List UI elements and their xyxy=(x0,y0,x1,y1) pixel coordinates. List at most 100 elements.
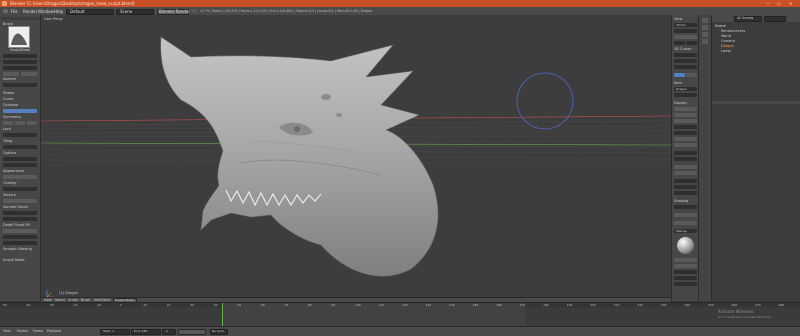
editor-type-icon[interactable] xyxy=(3,9,8,13)
options-field-2[interactable] xyxy=(3,163,37,167)
ao-distance-field[interactable] xyxy=(674,276,697,280)
dimension-field[interactable] xyxy=(674,93,697,97)
display-row-13[interactable] xyxy=(674,185,697,189)
lock-axis-row[interactable] xyxy=(3,133,37,137)
detail-method-field[interactable] xyxy=(3,241,37,245)
outliner-item-dragon[interactable]: Dragon xyxy=(721,44,734,48)
timeline-marker-menu[interactable]: Marker xyxy=(17,329,28,333)
view-panel-header[interactable]: View xyxy=(674,17,682,21)
outliner-item-camera[interactable]: Camera xyxy=(721,39,735,43)
overlay-label[interactable]: Overlay xyxy=(3,181,17,185)
display-row-7[interactable] xyxy=(674,143,697,147)
display-row-1[interactable] xyxy=(674,107,697,111)
texture-row[interactable] xyxy=(3,199,37,203)
shading-row[interactable] xyxy=(674,213,697,217)
smooth-shading-label[interactable]: Smooth Shading xyxy=(3,247,32,251)
item-header[interactable]: Item xyxy=(674,81,682,85)
3d-viewport[interactable]: User Persp (1) Dragon xyxy=(41,15,671,301)
options-dropdown[interactable] xyxy=(3,157,37,161)
display-row-3[interactable] xyxy=(674,119,697,123)
overlay-row[interactable] xyxy=(3,187,37,191)
sample-detail-row[interactable] xyxy=(3,211,37,215)
ao-samples-field[interactable] xyxy=(674,282,697,286)
curve-label[interactable]: Curve xyxy=(3,97,13,101)
mirror-y-button[interactable] xyxy=(15,121,25,125)
display-row-11[interactable] xyxy=(674,171,697,175)
dyntopo-label[interactable]: Dyntopo xyxy=(3,103,18,107)
cursor-x-field[interactable] xyxy=(674,53,697,57)
display-row-4[interactable] xyxy=(674,125,697,129)
timeline-view-menu[interactable]: View xyxy=(3,329,11,333)
display-row-10[interactable] xyxy=(674,165,697,169)
outliner-item-lamp[interactable]: Lamp xyxy=(721,49,731,53)
appearance-label[interactable]: Appearance xyxy=(3,169,24,173)
stroke-label[interactable]: Stroke xyxy=(3,91,14,95)
ambient-occlusion-toggle[interactable] xyxy=(674,264,697,268)
display-row-5[interactable] xyxy=(674,131,697,135)
ao-strength-field[interactable] xyxy=(674,270,697,274)
maximize-button[interactable]: ☐ xyxy=(777,1,781,6)
dyntopo-toggle[interactable] xyxy=(3,109,37,113)
item-tab[interactable] xyxy=(674,73,685,77)
cursor-header[interactable]: 3D Cursor xyxy=(674,47,692,51)
detail-size-field[interactable] xyxy=(3,235,37,239)
outliner-item-world[interactable]: World xyxy=(721,34,731,38)
close-button[interactable]: ✕ xyxy=(789,1,792,6)
outliner-item-scene[interactable]: Scene xyxy=(715,24,726,28)
outliner-item-renderlayers[interactable]: RenderLayers xyxy=(721,29,745,33)
display-row-14[interactable] xyxy=(674,191,697,195)
shading-mode-field[interactable] xyxy=(674,205,697,209)
timeline-playback-menu[interactable]: Playback xyxy=(47,329,61,333)
clip-end-field[interactable] xyxy=(686,41,697,45)
display-row-9[interactable] xyxy=(674,157,697,161)
minimize-button[interactable]: — xyxy=(766,1,770,6)
normal-dropdown[interactable] xyxy=(3,83,37,87)
display-row-12[interactable] xyxy=(674,179,697,183)
render-tab-icon[interactable] xyxy=(702,18,708,23)
sample-detail-row-2[interactable] xyxy=(3,217,37,221)
object-tab-icon[interactable] xyxy=(702,39,708,44)
cursor-y-field[interactable] xyxy=(674,59,697,63)
mirror-x-button[interactable] xyxy=(3,121,13,125)
lock-to-object-field[interactable] xyxy=(674,29,697,33)
menu-window[interactable]: Window xyxy=(38,9,54,14)
tiling-row[interactable] xyxy=(3,145,37,149)
menu-help[interactable]: Help xyxy=(54,9,63,14)
lock-to-cursor-toggle[interactable] xyxy=(674,35,697,39)
display-row-6[interactable] xyxy=(674,137,697,141)
add-button[interactable] xyxy=(3,72,19,76)
options-label[interactable]: Options xyxy=(3,151,17,155)
flood-fill-row[interactable] xyxy=(3,229,37,233)
shading-row-2[interactable] xyxy=(674,221,697,225)
viewport-canvas[interactable] xyxy=(41,15,671,301)
shading-header[interactable]: Shading xyxy=(674,199,688,203)
display-tab[interactable] xyxy=(686,73,697,77)
display-row-2[interactable] xyxy=(674,113,697,117)
cursor-z-field[interactable] xyxy=(674,65,697,69)
clip-start-field[interactable] xyxy=(674,41,685,45)
autosmooth-slider[interactable] xyxy=(3,66,37,70)
scene-tab-icon[interactable] xyxy=(702,25,708,30)
timeline-frame-menu[interactable]: Frame xyxy=(33,329,43,333)
subtract-button[interactable] xyxy=(21,72,37,76)
appearance-row[interactable] xyxy=(3,175,37,179)
sample-detail-label[interactable]: Sample Detail xyxy=(3,205,28,209)
menu-render[interactable]: Render xyxy=(23,9,37,14)
backface-culling-toggle[interactable] xyxy=(674,258,697,262)
brush-preview[interactable] xyxy=(8,26,30,48)
matcap-preview[interactable] xyxy=(677,237,694,254)
current-frame-field[interactable] xyxy=(162,329,176,335)
detail-flood-fill-button[interactable]: Detail Flood Fill xyxy=(3,223,30,227)
world-tab-icon[interactable] xyxy=(702,32,708,37)
strength-slider[interactable] xyxy=(3,60,37,64)
tool-tabs[interactable] xyxy=(1,17,39,20)
mirror-z-button[interactable] xyxy=(27,121,37,125)
playback-controls[interactable] xyxy=(178,329,206,335)
menu-file[interactable]: File xyxy=(11,9,18,14)
texture-label[interactable]: Texture xyxy=(3,193,16,197)
display-header[interactable]: Display xyxy=(674,101,687,105)
radius-slider[interactable] xyxy=(3,54,37,58)
display-row-8[interactable] xyxy=(674,151,697,155)
timeline[interactable]: -50 -40 -30 -20 -10 0 10 20 30 40 50 60 70 80 90 100 110… xyxy=(0,302,800,327)
outliner-search-input[interactable] xyxy=(764,16,786,22)
